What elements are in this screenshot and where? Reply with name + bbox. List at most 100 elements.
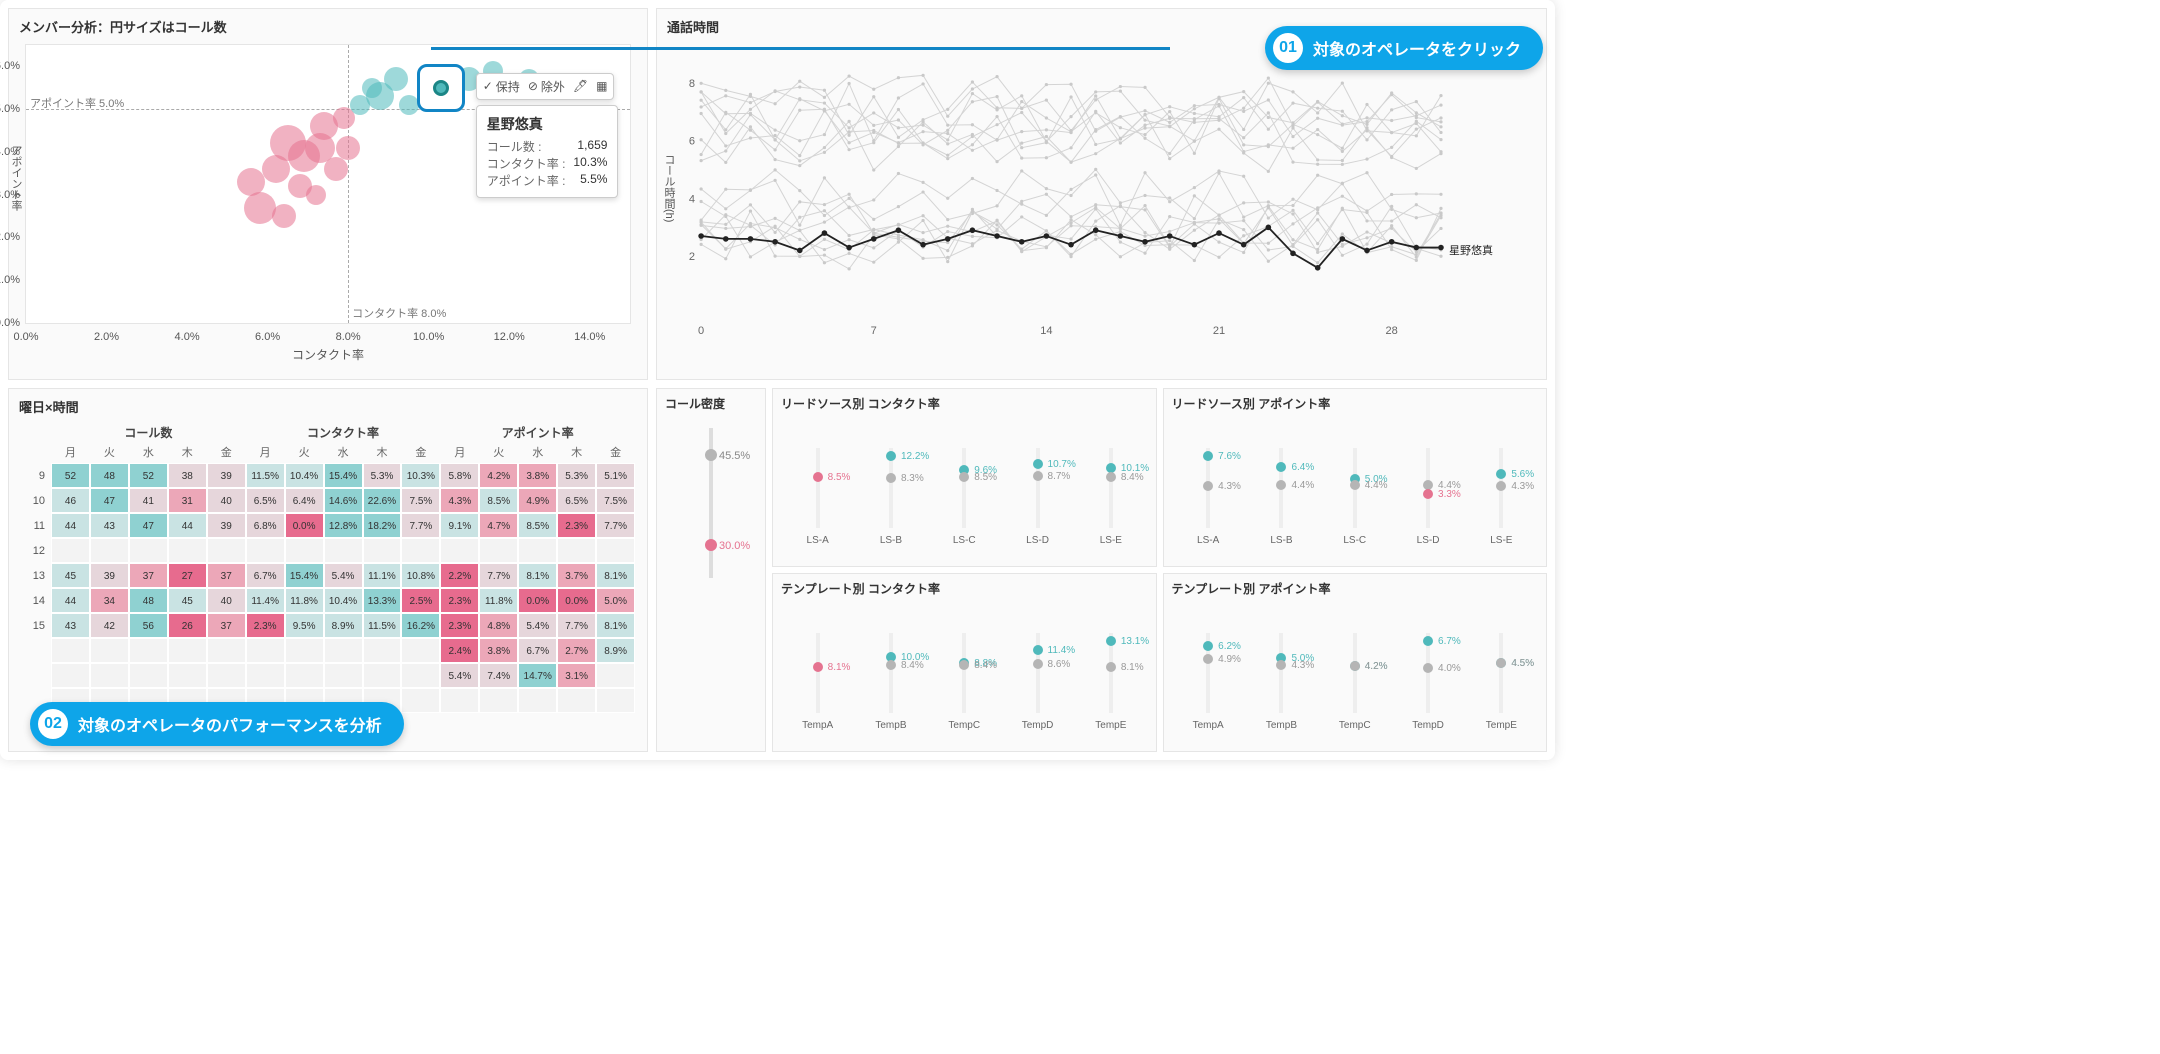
scatter-point[interactable] bbox=[336, 136, 360, 160]
heatmap-cell[interactable]: 37 bbox=[129, 563, 168, 588]
heatmap-cell[interactable] bbox=[207, 638, 246, 663]
heatmap-cell[interactable]: 44 bbox=[168, 513, 207, 538]
scatter-point[interactable] bbox=[362, 78, 382, 98]
heatmap-cell[interactable] bbox=[557, 688, 596, 713]
heatmap-cell[interactable]: 5.1% bbox=[596, 463, 635, 488]
heatmap-cell[interactable] bbox=[246, 538, 285, 563]
heatmap-cell[interactable]: 2.7% bbox=[557, 638, 596, 663]
heatmap-cell[interactable]: 4.8% bbox=[479, 613, 518, 638]
heatmap-cell[interactable] bbox=[324, 638, 363, 663]
heatmap-cell[interactable]: 18.2% bbox=[363, 513, 402, 538]
heatmap-cell[interactable] bbox=[168, 638, 207, 663]
scatter-point[interactable] bbox=[399, 95, 419, 115]
heatmap-cell[interactable]: 52 bbox=[129, 463, 168, 488]
heatmap-cell[interactable]: 6.4% bbox=[285, 488, 324, 513]
heatmap-cell[interactable]: 22.6% bbox=[363, 488, 402, 513]
heatmap-cell[interactable]: 7.7% bbox=[596, 513, 635, 538]
heatmap-cell[interactable]: 5.4% bbox=[324, 563, 363, 588]
heatmap-cell[interactable]: 8.9% bbox=[324, 613, 363, 638]
scatter-point[interactable] bbox=[324, 157, 348, 181]
keep-action[interactable]: ✓ 保持 bbox=[483, 78, 520, 95]
heatmap-cell[interactable]: 8.5% bbox=[518, 513, 557, 538]
heatmap-cell[interactable]: 0.0% bbox=[518, 588, 557, 613]
heatmap-cell[interactable]: 6.8% bbox=[246, 513, 285, 538]
heatmap-cell[interactable]: 26 bbox=[168, 613, 207, 638]
heatmap-cell[interactable]: 56 bbox=[129, 613, 168, 638]
heatmap-cell[interactable]: 2.3% bbox=[246, 613, 285, 638]
heatmap-cell[interactable]: 10.4% bbox=[324, 588, 363, 613]
heatmap-cell[interactable]: 14.6% bbox=[324, 488, 363, 513]
heatmap-cell[interactable]: 40 bbox=[207, 588, 246, 613]
heatmap-cell[interactable] bbox=[129, 663, 168, 688]
heatmap-cell[interactable]: 0.0% bbox=[285, 513, 324, 538]
heatmap-cell[interactable]: 5.8% bbox=[440, 463, 479, 488]
heatmap-cell[interactable]: 7.7% bbox=[557, 613, 596, 638]
heatmap-cell[interactable]: 11.8% bbox=[285, 588, 324, 613]
heatmap-cell[interactable]: 41 bbox=[129, 488, 168, 513]
heatmap-cell[interactable] bbox=[207, 538, 246, 563]
heatmap-cell[interactable] bbox=[557, 538, 596, 563]
heatmap-cell[interactable]: 37 bbox=[207, 613, 246, 638]
heatmap-cell[interactable]: 8.1% bbox=[518, 563, 557, 588]
grid-icon[interactable]: ▦ bbox=[596, 79, 607, 93]
heatmap-cell[interactable]: 2.2% bbox=[440, 563, 479, 588]
heatmap-cell[interactable]: 44 bbox=[51, 588, 90, 613]
heatmap-cell[interactable]: 44 bbox=[51, 513, 90, 538]
heatmap-cell[interactable] bbox=[596, 663, 635, 688]
heatmap-cell[interactable] bbox=[90, 538, 129, 563]
heatmap-cell[interactable] bbox=[285, 663, 324, 688]
heatmap-cell[interactable]: 14.7% bbox=[518, 663, 557, 688]
heatmap-cell[interactable] bbox=[401, 663, 440, 688]
heatmap-cell[interactable]: 43 bbox=[51, 613, 90, 638]
heatmap-cell[interactable]: 2.3% bbox=[440, 588, 479, 613]
scatter-point[interactable] bbox=[262, 155, 290, 183]
heatmap-cell[interactable]: 38 bbox=[168, 463, 207, 488]
heatmap-cell[interactable]: 11.5% bbox=[246, 463, 285, 488]
exclude-action[interactable]: ⊘ 除外 bbox=[528, 78, 565, 95]
heatmap-cell[interactable]: 0.0% bbox=[557, 588, 596, 613]
heatmap-cell[interactable]: 3.8% bbox=[518, 463, 557, 488]
heatmap-cell[interactable]: 52 bbox=[51, 463, 90, 488]
scatter-point[interactable] bbox=[384, 67, 408, 91]
heatmap-cell[interactable] bbox=[129, 638, 168, 663]
heatmap-cell[interactable] bbox=[246, 638, 285, 663]
heatmap-cell[interactable] bbox=[363, 638, 402, 663]
heatmap-cell[interactable]: 13.3% bbox=[363, 588, 402, 613]
heatmap-cell[interactable] bbox=[90, 638, 129, 663]
heatmap-cell[interactable]: 8.1% bbox=[596, 563, 635, 588]
heatmap-cell[interactable]: 45 bbox=[168, 588, 207, 613]
heatmap-cell[interactable] bbox=[518, 688, 557, 713]
heatmap-cell[interactable]: 8.1% bbox=[596, 613, 635, 638]
heatmap-cell[interactable]: 40 bbox=[207, 488, 246, 513]
heatmap-cell[interactable]: 3.7% bbox=[557, 563, 596, 588]
heatmap-cell[interactable]: 5.4% bbox=[518, 613, 557, 638]
heatmap-cell[interactable]: 4.2% bbox=[479, 463, 518, 488]
heatmap-cell[interactable] bbox=[596, 538, 635, 563]
heatmap-cell[interactable] bbox=[246, 663, 285, 688]
heatmap-cell[interactable]: 12.8% bbox=[324, 513, 363, 538]
heatmap-cell[interactable] bbox=[363, 538, 402, 563]
heatmap-cell[interactable] bbox=[285, 638, 324, 663]
heatmap-cell[interactable] bbox=[51, 538, 90, 563]
heatmap-cell[interactable]: 7.4% bbox=[479, 663, 518, 688]
heatmap-cell[interactable]: 39 bbox=[90, 563, 129, 588]
scatter-point[interactable] bbox=[272, 204, 296, 228]
heatmap-cell[interactable]: 16.2% bbox=[401, 613, 440, 638]
heatmap-cell[interactable]: 4.7% bbox=[479, 513, 518, 538]
scatter-point[interactable] bbox=[244, 192, 276, 224]
heatmap-cell[interactable]: 3.8% bbox=[479, 638, 518, 663]
heatmap-cell[interactable]: 27 bbox=[168, 563, 207, 588]
heatmap-cell[interactable]: 31 bbox=[168, 488, 207, 513]
heatmap-cell[interactable]: 2.3% bbox=[440, 613, 479, 638]
heatmap-cell[interactable]: 4.3% bbox=[440, 488, 479, 513]
heatmap-cell[interactable]: 15.4% bbox=[324, 463, 363, 488]
heatmap-cell[interactable] bbox=[129, 538, 168, 563]
heatmap-cell[interactable]: 43 bbox=[90, 513, 129, 538]
heatmap-cell[interactable]: 34 bbox=[90, 588, 129, 613]
heatmap-cell[interactable]: 10.8% bbox=[401, 563, 440, 588]
heatmap-cell[interactable]: 3.1% bbox=[557, 663, 596, 688]
heatmap-cell[interactable]: 6.7% bbox=[518, 638, 557, 663]
heatmap-cell[interactable]: 8.9% bbox=[596, 638, 635, 663]
heatmap-cell[interactable]: 10.3% bbox=[401, 463, 440, 488]
heatmap-cell[interactable]: 7.7% bbox=[479, 563, 518, 588]
